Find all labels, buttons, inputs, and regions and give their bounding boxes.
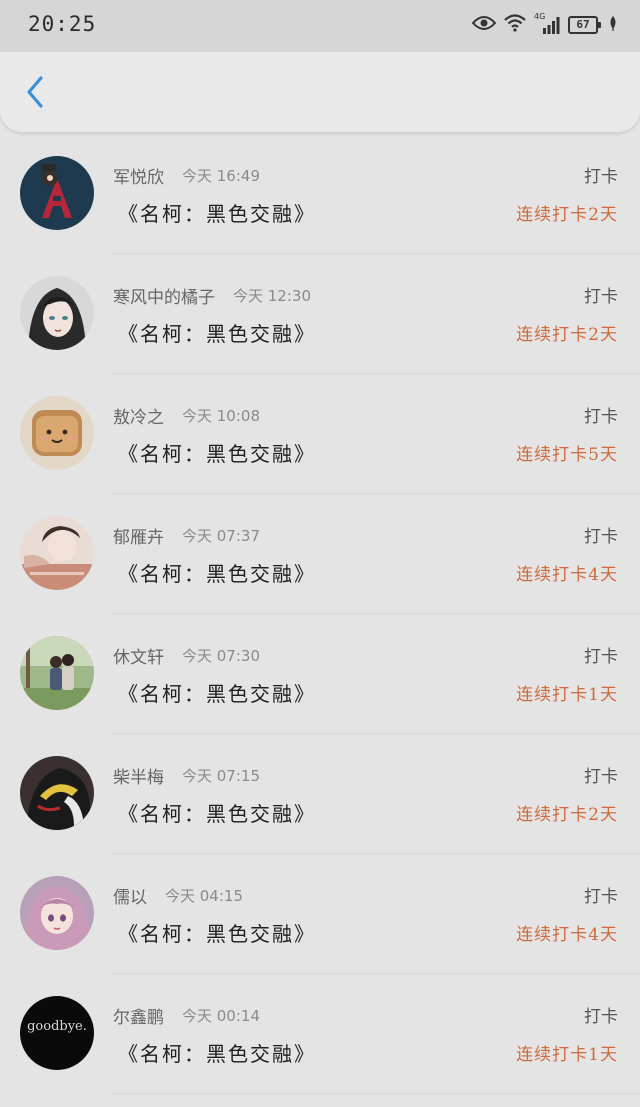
avatar[interactable]: goodbye. xyxy=(20,996,94,1070)
user-name[interactable]: 军悦欣 xyxy=(113,163,164,188)
avatar[interactable] xyxy=(20,276,94,350)
checkin-list: 军悦欣 今天 16:49 打卡 《名柯：黑色交融》 连续打卡2天 寒风中的橘子 … xyxy=(0,134,640,1094)
item-meta: 寒风中的橘子 今天 12:30 xyxy=(113,282,311,308)
checkin-label[interactable]: 打卡 xyxy=(584,522,618,547)
avatar-goodbye-text: goodbye. xyxy=(27,1019,87,1034)
book-title[interactable]: 《名柯：黑色交融》 xyxy=(118,198,316,227)
list-item[interactable]: 休文轩 今天 07:30 打卡 《名柯：黑色交融》 连续打卡1天 xyxy=(0,614,640,734)
streak-count: 连续打卡5天 xyxy=(516,445,618,465)
item-meta: 柴半梅 今天 07:15 xyxy=(113,762,260,788)
checkin-label[interactable]: 打卡 xyxy=(584,162,618,187)
item-meta: 休文轩 今天 07:30 xyxy=(113,642,260,668)
user-name[interactable]: 休文轩 xyxy=(113,643,164,668)
user-name[interactable]: 寒风中的橘子 xyxy=(113,283,215,308)
post-time: 今天 07:37 xyxy=(182,526,260,545)
chevron-left-icon xyxy=(24,75,46,113)
checkin-label[interactable]: 打卡 xyxy=(584,282,618,307)
book-title[interactable]: 《名柯：黑色交融》 xyxy=(118,558,316,587)
list-item[interactable]: 军悦欣 今天 16:49 打卡 《名柯：黑色交融》 连续打卡2天 xyxy=(0,134,640,254)
list-item[interactable]: 寒风中的橘子 今天 12:30 打卡 《名柯：黑色交融》 连续打卡2天 xyxy=(0,254,640,374)
list-item[interactable]: 柴半梅 今天 07:15 打卡 《名柯：黑色交融》 连续打卡2天 xyxy=(0,734,640,854)
user-name[interactable]: 郁雁卉 xyxy=(113,523,164,548)
post-time: 今天 04:15 xyxy=(165,886,243,905)
post-time: 今天 07:30 xyxy=(182,646,260,665)
item-meta: 敖冷之 今天 10:08 xyxy=(113,402,260,428)
post-time: 今天 00:14 xyxy=(182,1006,260,1025)
post-time: 今天 10:08 xyxy=(182,406,260,425)
checkin-label[interactable]: 打卡 xyxy=(584,642,618,667)
streak-count: 连续打卡1天 xyxy=(516,1045,618,1065)
streak-count: 连续打卡4天 xyxy=(516,925,618,945)
post-time: 今天 12:30 xyxy=(233,286,311,305)
list-item[interactable]: goodbye. 尔鑫鹏 今天 00:14 打卡 《名柯：黑色交融》 连续打卡1… xyxy=(0,974,640,1094)
list-item[interactable]: 儒以 今天 04:15 打卡 《名柯：黑色交融》 连续打卡4天 xyxy=(0,854,640,974)
item-meta: 尔鑫鹏 今天 00:14 xyxy=(113,1002,260,1028)
book-title[interactable]: 《名柯：黑色交融》 xyxy=(118,318,316,347)
battery-icon: 67 xyxy=(568,16,601,34)
item-meta: 军悦欣 今天 16:49 xyxy=(113,162,260,188)
checkin-label[interactable]: 打卡 xyxy=(584,882,618,907)
book-title[interactable]: 《名柯：黑色交融》 xyxy=(118,798,316,827)
streak-count: 连续打卡2天 xyxy=(516,805,618,825)
item-meta: 儒以 今天 04:15 xyxy=(113,882,243,908)
checkin-list-screen: 20:25 4G 67 军悦欣 今天 16:49 打卡 《名柯：黑色交融》 连续… xyxy=(0,0,640,1107)
avatar[interactable] xyxy=(20,876,94,950)
avatar[interactable] xyxy=(20,756,94,830)
book-title[interactable]: 《名柯：黑色交融》 xyxy=(118,438,316,467)
leaf-icon xyxy=(608,15,618,35)
signal-icon: 4G xyxy=(534,12,560,35)
wifi-icon xyxy=(504,14,526,36)
avatar[interactable] xyxy=(20,516,94,590)
checkin-label[interactable]: 打卡 xyxy=(584,762,618,787)
status-bar: 20:25 4G 67 xyxy=(0,0,640,52)
eye-icon xyxy=(471,15,497,35)
user-name[interactable]: 柴半梅 xyxy=(113,763,164,788)
post-time: 今天 07:15 xyxy=(182,766,260,785)
user-name[interactable]: 儒以 xyxy=(113,883,147,908)
avatar[interactable] xyxy=(20,636,94,710)
avatar[interactable] xyxy=(20,396,94,470)
status-time: 20:25 xyxy=(28,12,97,36)
book-title[interactable]: 《名柯：黑色交融》 xyxy=(118,678,316,707)
streak-count: 连续打卡1天 xyxy=(516,685,618,705)
user-name[interactable]: 敖冷之 xyxy=(113,403,164,428)
status-icons: 4G 67 xyxy=(471,12,618,38)
checkin-label[interactable]: 打卡 xyxy=(584,1002,618,1027)
post-time: 今天 16:49 xyxy=(182,166,260,185)
streak-count: 连续打卡4天 xyxy=(516,565,618,585)
book-title[interactable]: 《名柯：黑色交融》 xyxy=(118,918,316,947)
book-title[interactable]: 《名柯：黑色交融》 xyxy=(118,1038,316,1067)
item-meta: 郁雁卉 今天 07:37 xyxy=(113,522,260,548)
list-item[interactable]: 郁雁卉 今天 07:37 打卡 《名柯：黑色交融》 连续打卡4天 xyxy=(0,494,640,614)
streak-count: 连续打卡2天 xyxy=(516,205,618,225)
avatar[interactable] xyxy=(20,156,94,230)
checkin-label[interactable]: 打卡 xyxy=(584,402,618,427)
user-name[interactable]: 尔鑫鹏 xyxy=(113,1003,164,1028)
streak-count: 连续打卡2天 xyxy=(516,325,618,345)
top-nav-bar xyxy=(0,52,640,132)
list-item[interactable]: 敖冷之 今天 10:08 打卡 《名柯：黑色交融》 连续打卡5天 xyxy=(0,374,640,494)
back-button[interactable] xyxy=(18,74,52,114)
